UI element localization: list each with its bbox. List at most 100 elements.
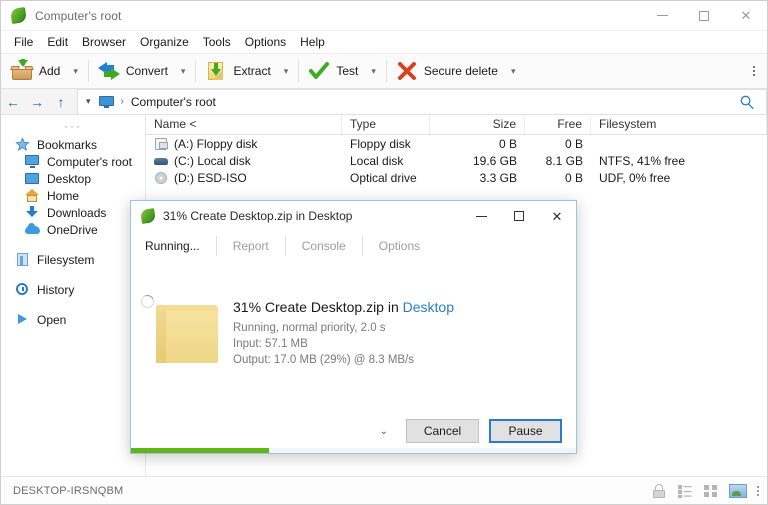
history-dropdown-caret-icon[interactable]: ▾ bbox=[82, 96, 95, 107]
breadcrumb-separator-icon: › bbox=[118, 96, 127, 107]
file-list-header: Name < Type Size Free Filesystem bbox=[146, 115, 767, 135]
extract-button[interactable]: Extract bbox=[199, 56, 276, 86]
add-button-label: Add bbox=[39, 64, 60, 78]
file-filesystem: NTFS, 41% free bbox=[591, 154, 767, 168]
test-dropdown-caret-icon[interactable]: ▾ bbox=[364, 56, 383, 86]
pause-button[interactable]: Pause bbox=[489, 419, 562, 443]
table-row[interactable]: (A:) Floppy disk Floppy disk 0 B 0 B bbox=[146, 135, 767, 152]
folder-icon bbox=[156, 305, 218, 363]
sidebar-item-desktop[interactable]: Desktop bbox=[1, 170, 145, 187]
toolbar-separator bbox=[298, 60, 299, 82]
tab-running[interactable]: Running... bbox=[145, 236, 216, 256]
computer-icon bbox=[25, 154, 40, 169]
status-bar-icons bbox=[651, 483, 761, 499]
column-header-free[interactable]: Free bbox=[525, 115, 591, 134]
status-bar: DESKTOP-IRSNQBM bbox=[1, 476, 767, 504]
test-button[interactable]: Test bbox=[302, 56, 364, 86]
sidebar-collapse-dots[interactable]: ··· bbox=[1, 119, 145, 136]
column-header-type[interactable]: Type bbox=[342, 115, 430, 134]
menu-edit[interactable]: Edit bbox=[40, 33, 75, 51]
toolbar-separator bbox=[195, 60, 196, 82]
details-view-icon[interactable] bbox=[677, 483, 693, 499]
thumbnail-view-icon[interactable] bbox=[729, 484, 747, 498]
desktop-icon bbox=[25, 171, 40, 186]
status-overflow-icon[interactable] bbox=[757, 486, 761, 496]
toolbar-separator bbox=[88, 60, 89, 82]
toolbar-separator bbox=[386, 60, 387, 82]
clock-icon bbox=[15, 282, 30, 297]
toolbar-group-extract: Extract ▾ bbox=[199, 53, 295, 89]
floppy-icon bbox=[154, 137, 168, 151]
convert-arrows-icon bbox=[98, 60, 120, 82]
dialog-minimize-button[interactable] bbox=[462, 201, 500, 231]
extract-button-label: Extract bbox=[233, 64, 270, 78]
app-leaf-icon bbox=[11, 8, 27, 24]
forward-button[interactable]: → bbox=[25, 90, 49, 114]
search-button[interactable] bbox=[727, 89, 767, 115]
column-header-name[interactable]: Name < bbox=[146, 115, 342, 134]
menu-organize[interactable]: Organize bbox=[133, 33, 196, 51]
toolbar-overflow-icon[interactable] bbox=[749, 60, 759, 82]
sidebar-item-open[interactable]: Open bbox=[1, 311, 145, 328]
sidebar-item-computers-root[interactable]: Computer's root bbox=[1, 153, 145, 170]
tab-console[interactable]: Console bbox=[285, 236, 362, 256]
window-title: Computer's root bbox=[35, 9, 122, 23]
sidebar-item-home[interactable]: Home bbox=[1, 187, 145, 204]
add-dropdown-caret-icon[interactable]: ▾ bbox=[66, 56, 85, 86]
toolbar-group-add: Add ▾ bbox=[5, 53, 85, 89]
toolbar-group-convert: Convert ▾ bbox=[92, 53, 193, 89]
tiles-view-icon[interactable] bbox=[703, 483, 719, 499]
tab-report[interactable]: Report bbox=[216, 236, 285, 256]
tab-options[interactable]: Options bbox=[362, 236, 436, 256]
menu-tools[interactable]: Tools bbox=[196, 33, 238, 51]
dialog-destination-link[interactable]: Desktop bbox=[403, 299, 454, 315]
extract-dropdown-caret-icon[interactable]: ▾ bbox=[277, 56, 296, 86]
dialog-titlebar: 31% Create Desktop.zip in Desktop ✕ bbox=[131, 201, 576, 231]
window-close-button[interactable]: ✕ bbox=[725, 1, 767, 31]
sidebar-item-filesystem[interactable]: Filesystem bbox=[1, 251, 145, 268]
sidebar-spacer bbox=[1, 238, 145, 251]
back-button[interactable]: ← bbox=[1, 90, 25, 114]
extract-page-icon bbox=[205, 60, 227, 82]
sidebar-item-bookmarks[interactable]: Bookmarks bbox=[1, 136, 145, 153]
convert-button[interactable]: Convert bbox=[92, 56, 174, 86]
secure-delete-dropdown-caret-icon[interactable]: ▾ bbox=[504, 56, 523, 86]
dialog-maximize-button[interactable] bbox=[500, 201, 538, 231]
dialog-headline-prefix: 31% Create Desktop.zip in bbox=[233, 299, 403, 315]
sidebar-item-downloads[interactable]: Downloads bbox=[1, 204, 145, 221]
table-row[interactable]: (C:) Local disk Local disk 19.6 GB 8.1 G… bbox=[146, 152, 767, 169]
download-icon bbox=[25, 205, 40, 220]
convert-dropdown-caret-icon[interactable]: ▾ bbox=[174, 56, 193, 86]
home-icon bbox=[25, 188, 40, 203]
sidebar-label: Open bbox=[37, 313, 66, 327]
dialog-close-button[interactable]: ✕ bbox=[538, 201, 576, 231]
address-field[interactable]: ▾ › Computer's root bbox=[77, 89, 727, 115]
dialog-text-block: 31% Create Desktop.zip in Desktop Runnin… bbox=[233, 299, 564, 368]
window-maximize-button[interactable] bbox=[683, 1, 725, 31]
menubar: File Edit Browser Organize Tools Options… bbox=[1, 31, 767, 53]
lock-icon[interactable] bbox=[651, 483, 667, 499]
convert-button-label: Convert bbox=[126, 64, 168, 78]
progress-bar-track bbox=[131, 448, 576, 453]
breadcrumb-path[interactable]: Computer's root bbox=[131, 95, 216, 109]
file-type: Optical drive bbox=[342, 171, 430, 185]
window-titlebar: Computer's root ✕ bbox=[1, 1, 767, 31]
check-icon bbox=[308, 60, 330, 82]
secure-delete-button[interactable]: Secure delete bbox=[390, 56, 504, 86]
menu-file[interactable]: File bbox=[7, 33, 40, 51]
menu-options[interactable]: Options bbox=[238, 33, 293, 51]
test-button-label: Test bbox=[336, 64, 358, 78]
up-button[interactable]: ↑ bbox=[49, 90, 73, 114]
red-x-icon bbox=[396, 60, 418, 82]
cancel-button[interactable]: Cancel bbox=[406, 419, 479, 443]
sidebar-item-history[interactable]: History bbox=[1, 281, 145, 298]
sidebar-item-onedrive[interactable]: OneDrive bbox=[1, 221, 145, 238]
column-header-filesystem[interactable]: Filesystem bbox=[591, 115, 767, 134]
dialog-options-caret-icon[interactable]: ⌄ bbox=[372, 422, 396, 441]
column-header-size[interactable]: Size bbox=[430, 115, 525, 134]
add-button[interactable]: Add bbox=[5, 56, 66, 86]
menu-help[interactable]: Help bbox=[293, 33, 332, 51]
table-row[interactable]: (D:) ESD-ISO Optical drive 3.3 GB 0 B UD… bbox=[146, 169, 767, 186]
window-minimize-button[interactable] bbox=[641, 1, 683, 31]
menu-browser[interactable]: Browser bbox=[75, 33, 133, 51]
